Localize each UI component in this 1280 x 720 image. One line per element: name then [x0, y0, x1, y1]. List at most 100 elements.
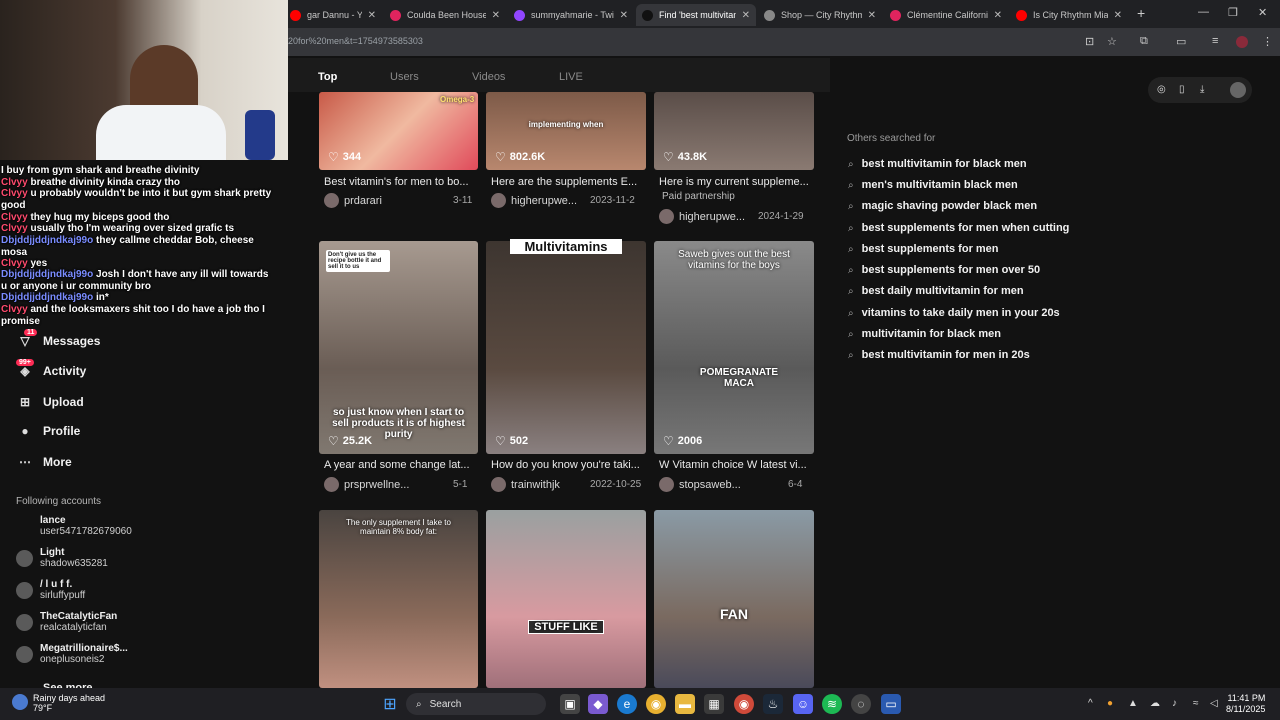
bookmark-star-icon[interactable]: ☆: [1107, 35, 1117, 48]
media-icon[interactable]: ≡: [1212, 35, 1218, 47]
webcam-overlay: [0, 0, 288, 160]
discord-icon[interactable]: ☺: [793, 694, 813, 714]
task-view-icon[interactable]: ▣: [560, 694, 580, 714]
steam-icon[interactable]: ♨: [763, 694, 783, 714]
following-account[interactable]: Megatrillionaire$... oneplusoneis2: [16, 643, 128, 665]
thumbnail-sticker: Don't give us the recipe bottle it and s…: [326, 250, 390, 272]
sidepanel-icon[interactable]: ▭: [1176, 35, 1186, 48]
related-search-item[interactable]: ⌕ best supplements for men over 50: [848, 264, 1040, 276]
browser-tab[interactable]: Coulda Been House 2 ✕: [384, 4, 506, 26]
chrome-icon[interactable]: ◉: [646, 694, 666, 714]
browser-tab[interactable]: Clémentine California ✕: [884, 4, 1008, 26]
author-link[interactable]: higherupwe...: [659, 209, 745, 224]
tray-app-icon[interactable]: ●: [1107, 698, 1113, 709]
following-account[interactable]: Light shadow635281: [16, 547, 108, 569]
sidebar-item-more[interactable]: ⋯ More: [17, 454, 72, 470]
install-app-icon[interactable]: ⊡: [1085, 35, 1094, 48]
tab-close-icon[interactable]: ✕: [1114, 10, 1122, 21]
avatar: [16, 613, 33, 631]
maximize-button[interactable]: ❐: [1228, 6, 1238, 19]
phone-icon[interactable]: ▯: [1179, 84, 1185, 95]
video-thumbnail[interactable]: [486, 241, 646, 454]
account-name: lance: [40, 515, 66, 526]
sidebar-item-upload[interactable]: ⊞ Upload: [17, 394, 84, 410]
author-link[interactable]: trainwithjk: [491, 477, 560, 492]
related-search-item[interactable]: ⌕ best multivitamin for black men: [848, 158, 1027, 170]
related-search-item[interactable]: ⌕ best supplements for men: [848, 243, 999, 255]
browser-tab[interactable]: gar Dannu - YouTub ✕: [284, 4, 382, 26]
browser-tab[interactable]: Shop — City Rhythm ✕: [758, 4, 882, 26]
tab-close-icon[interactable]: ✕: [868, 10, 876, 21]
spotify-icon[interactable]: ≋: [822, 694, 842, 714]
file-explorer-icon[interactable]: ▬: [675, 694, 695, 714]
menu-dots-icon[interactable]: ⋮: [1262, 35, 1273, 48]
browser-tab[interactable]: Find 'best multivitamin ✕: [636, 4, 756, 26]
tray-app-icon[interactable]: ▲: [1128, 698, 1138, 709]
video-thumbnail[interactable]: [319, 510, 478, 688]
tiktok-icon[interactable]: ◎: [1157, 84, 1166, 95]
tab-close-icon[interactable]: ✕: [742, 10, 750, 21]
clock[interactable]: 11:41 PM 8/11/2025: [1226, 693, 1265, 715]
copilot-icon[interactable]: ◆: [588, 694, 608, 714]
related-search-item[interactable]: ⌕ best multivitamin for men in 20s: [848, 349, 1030, 361]
tab-favicon-icon: [890, 9, 901, 21]
video-title[interactable]: Here are the supplements E...: [491, 176, 641, 188]
wifi-icon[interactable]: ≈: [1193, 698, 1199, 709]
video-title[interactable]: W Vitamin choice W latest vi...: [659, 459, 809, 471]
store-icon[interactable]: ▦: [704, 694, 724, 714]
tab-close-icon[interactable]: ✕: [994, 10, 1002, 21]
author-link[interactable]: prdarari: [324, 193, 382, 208]
new-tab-button[interactable]: +: [1137, 5, 1145, 21]
chrome-profile-icon[interactable]: ◉: [734, 694, 754, 714]
weather-icon[interactable]: [12, 694, 28, 710]
browser-tab[interactable]: summyahmarie - Twit ✕: [508, 4, 634, 26]
video-thumbnail[interactable]: [486, 510, 646, 688]
url-field[interactable]: 20for%20men&t=1754973585303: [288, 36, 423, 46]
browser-tab[interactable]: Is City Rhythm Miami ✕: [1010, 4, 1128, 26]
related-search-label: best multivitamin for men in 20s: [861, 349, 1030, 361]
tab-close-icon[interactable]: ✕: [368, 10, 376, 21]
extensions-icon[interactable]: ⧉: [1140, 35, 1148, 48]
download-icon[interactable]: ⤓: [1200, 84, 1204, 95]
video-thumbnail[interactable]: [654, 241, 814, 454]
related-search-item[interactable]: ⌕ best supplements for men when cutting: [848, 222, 1069, 234]
video-title[interactable]: Here is my current suppleme...: [659, 176, 809, 188]
tab-users[interactable]: Users: [390, 71, 419, 83]
app-icon[interactable]: ◌: [851, 694, 871, 714]
cloud-icon[interactable]: ☁: [1150, 698, 1160, 709]
tab-top[interactable]: Top: [318, 71, 337, 83]
sidebar-item-profile[interactable]: ● Profile: [17, 423, 80, 439]
user-avatar-icon[interactable]: [1230, 82, 1246, 98]
video-title[interactable]: A year and some change lat...: [324, 459, 474, 471]
weather-widget[interactable]: Rainy days ahead 79°F: [33, 693, 105, 713]
related-search-item[interactable]: ⌕ men's multivitamin black men: [848, 179, 1018, 191]
video-thumbnail[interactable]: [654, 510, 814, 688]
tab-videos[interactable]: Videos: [472, 71, 505, 83]
related-search-item[interactable]: ⌕ vitamins to take daily men in your 20s: [848, 307, 1060, 319]
related-search-item[interactable]: ⌕ multivitamin for black men: [848, 328, 1001, 340]
video-title[interactable]: Best vitamin's for men to bo...: [324, 176, 474, 188]
author-link[interactable]: prsprwellne...: [324, 477, 409, 492]
author-link[interactable]: stopsaweb...: [659, 477, 741, 492]
minimize-button[interactable]: —: [1198, 6, 1209, 18]
show-hidden-icons-icon[interactable]: ^: [1088, 698, 1093, 709]
following-account[interactable]: / l u f f. sirluffypuff: [16, 579, 85, 601]
profile-avatar-icon[interactable]: [1236, 36, 1248, 48]
following-account[interactable]: TheCatalyticFan realcatalyticfan: [16, 611, 117, 633]
related-search-item[interactable]: ⌕ best daily multivitamin for men: [848, 285, 1024, 297]
tab-close-icon[interactable]: ✕: [492, 10, 500, 21]
video-title[interactable]: How do you know you're taki...: [491, 459, 641, 471]
edge-icon[interactable]: e: [617, 694, 637, 714]
app-window-icon[interactable]: ▭: [881, 694, 901, 714]
tab-live[interactable]: LIVE: [559, 71, 583, 83]
taskbar-search[interactable]: ⌕ Search: [406, 693, 546, 715]
following-account[interactable]: lance user5471782679060: [16, 515, 132, 537]
volume-icon[interactable]: ◁: [1210, 698, 1218, 709]
author-link[interactable]: higherupwe...: [491, 193, 577, 208]
related-search-item[interactable]: ⌕ magic shaving powder black men: [848, 200, 1037, 212]
close-window-button[interactable]: ✕: [1258, 6, 1267, 19]
microphone-tray-icon[interactable]: ♪: [1172, 698, 1177, 709]
windows-start-icon[interactable]: ⊞: [380, 694, 400, 714]
tab-close-icon[interactable]: ✕: [620, 10, 628, 21]
likes-value: 2006: [677, 435, 703, 447]
